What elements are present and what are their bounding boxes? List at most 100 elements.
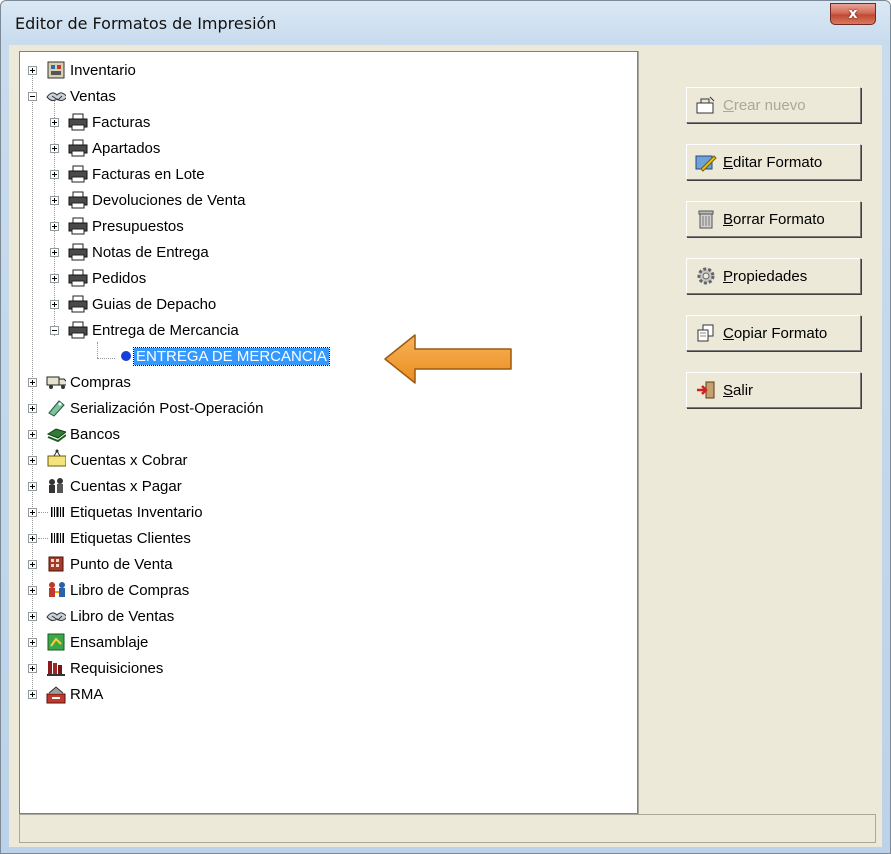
expand-icon[interactable]	[50, 300, 59, 309]
truck-icon	[46, 372, 66, 392]
tree-node-devoluciones[interactable]: Devoluciones de Venta	[20, 188, 420, 212]
printer-icon	[68, 320, 88, 340]
tree-node-bancos[interactable]: Bancos	[20, 422, 420, 446]
edit-format-label: Editar Formato	[723, 153, 823, 171]
expand-icon[interactable]	[28, 508, 37, 517]
printer-icon	[68, 112, 88, 132]
money-icon	[46, 424, 66, 444]
expand-icon[interactable]	[28, 534, 37, 543]
assembly-icon	[46, 632, 66, 652]
tree-node-libro-de-ventas[interactable]: Libro de Ventas	[20, 604, 420, 628]
tree-node-etiquetas-clientes[interactable]: Etiquetas Clientes	[20, 526, 420, 550]
printer-icon	[68, 138, 88, 158]
handshake-icon	[46, 606, 66, 626]
expand-icon[interactable]	[28, 66, 37, 75]
client-area: Inventario Ventas Facturas Apartados Fac…	[9, 45, 882, 847]
expand-icon[interactable]	[50, 118, 59, 127]
tree-node-entrega-de-mercancia[interactable]: Entrega de Mercancia	[20, 318, 420, 342]
payable-icon	[46, 476, 66, 496]
tree-node-facturas[interactable]: Facturas	[20, 110, 420, 134]
tree-node-etiquetas-inventario[interactable]: Etiquetas Inventario	[20, 500, 420, 524]
handshake-icon	[46, 86, 66, 106]
orange-arrow-icon	[384, 334, 512, 384]
properties-button[interactable]: Propiedades	[686, 258, 861, 294]
expand-icon[interactable]	[50, 248, 59, 257]
printer-icon	[68, 268, 88, 288]
bullet-icon	[116, 346, 136, 366]
edit-format-button[interactable]: Editar Formato	[686, 144, 861, 180]
receivable-box-icon	[46, 448, 66, 468]
tree-node-serializacion[interactable]: Serialización Post-Operación	[20, 396, 420, 420]
expand-icon[interactable]	[50, 222, 59, 231]
tree-line	[38, 538, 48, 539]
tree-node-cuentas-x-cobrar[interactable]: Cuentas x Cobrar	[20, 448, 420, 472]
new-document-icon	[695, 94, 717, 116]
expand-icon[interactable]	[28, 560, 37, 569]
exit-button[interactable]: Salir	[686, 372, 861, 408]
print-format-editor-window: Editor de Formatos de Impresión x Invent…	[0, 0, 891, 854]
tree-node-ensamblaje[interactable]: Ensamblaje	[20, 630, 420, 654]
expand-icon[interactable]	[50, 144, 59, 153]
expand-icon[interactable]	[28, 612, 37, 621]
tree-line	[38, 512, 48, 513]
rma-icon	[46, 684, 66, 704]
create-new-label: Crear nuevo	[723, 96, 806, 114]
tree-node-selected-format[interactable]: ENTREGA DE MERCANCIA	[20, 344, 420, 368]
barcode-icon	[48, 528, 68, 548]
status-bar	[19, 814, 876, 843]
printer-icon	[68, 190, 88, 210]
expand-icon[interactable]	[28, 664, 37, 673]
expand-icon[interactable]	[28, 586, 37, 595]
tree-node-requisiciones[interactable]: Requisiciones	[20, 656, 420, 680]
create-new-button[interactable]: Crear nuevo	[686, 87, 861, 123]
tree-node-libro-de-compras[interactable]: Libro de Compras	[20, 578, 420, 602]
tree-node-pedidos[interactable]: Pedidos	[20, 266, 420, 290]
properties-label: Propiedades	[723, 267, 808, 285]
tree-node-rma[interactable]: RMA	[20, 682, 420, 706]
expand-icon[interactable]	[50, 274, 59, 283]
barcode-icon	[48, 502, 68, 522]
expand-icon[interactable]	[28, 456, 37, 465]
tree-node-punto-de-venta[interactable]: Punto de Venta	[20, 552, 420, 576]
tree-node-inventario[interactable]: Inventario	[20, 58, 420, 82]
expand-icon[interactable]	[28, 482, 37, 491]
format-tree[interactable]: Inventario Ventas Facturas Apartados Fac…	[19, 51, 638, 814]
close-button[interactable]: x	[830, 3, 876, 25]
printer-icon	[68, 294, 88, 314]
expand-icon[interactable]	[28, 378, 37, 387]
tree-node-compras[interactable]: Compras	[20, 370, 420, 394]
copy-icon	[695, 322, 717, 344]
exit-label: Salir	[723, 381, 754, 399]
title-bar[interactable]: Editor de Formatos de Impresión x	[1, 1, 890, 45]
tree-node-facturas-en-lote[interactable]: Facturas en Lote	[20, 162, 420, 186]
edit-icon	[695, 151, 717, 173]
cash-register-icon	[46, 554, 66, 574]
delete-format-label: Borrar Formato	[723, 210, 825, 228]
expand-icon[interactable]	[50, 170, 59, 179]
tree-node-cuentas-x-pagar[interactable]: Cuentas x Pagar	[20, 474, 420, 498]
printer-icon	[68, 242, 88, 262]
copy-format-button[interactable]: Copiar Formato	[686, 315, 861, 351]
gear-icon	[695, 265, 717, 287]
tree-node-presupuestos[interactable]: Presupuestos	[20, 214, 420, 238]
trash-icon	[695, 208, 717, 230]
expand-icon[interactable]	[50, 196, 59, 205]
collapse-icon[interactable]	[28, 92, 37, 101]
expand-icon[interactable]	[28, 690, 37, 699]
expand-icon[interactable]	[28, 638, 37, 647]
tree-node-apartados[interactable]: Apartados	[20, 136, 420, 160]
collapse-icon[interactable]	[50, 326, 59, 335]
tree-node-notas-de-entrega[interactable]: Notas de Entrega	[20, 240, 420, 264]
delete-format-button[interactable]: Borrar Formato	[686, 201, 861, 237]
inventory-icon	[46, 60, 66, 80]
printer-icon	[68, 164, 88, 184]
close-icon: x	[848, 6, 858, 22]
purchase-book-icon	[46, 580, 66, 600]
exit-icon	[695, 379, 717, 401]
button-panel: Crear nuevo Editar Formato Borrar Format…	[638, 51, 877, 814]
requisition-icon	[46, 658, 66, 678]
expand-icon[interactable]	[28, 430, 37, 439]
tree-node-ventas[interactable]: Ventas	[20, 84, 420, 108]
tree-node-guias-de-despacho[interactable]: Guias de Depacho	[20, 292, 420, 316]
expand-icon[interactable]	[28, 404, 37, 413]
